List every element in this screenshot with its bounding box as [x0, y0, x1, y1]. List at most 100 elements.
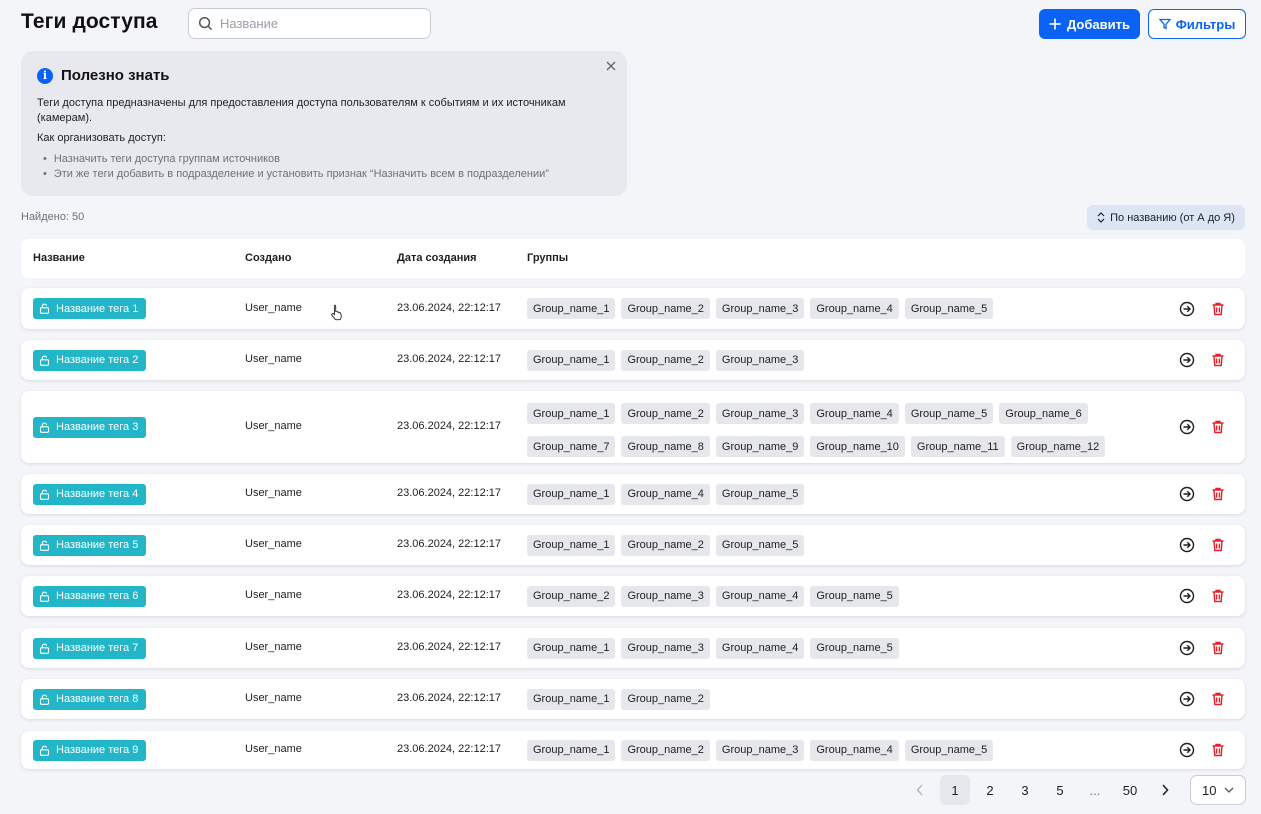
group-chip: Group_name_5 [810, 585, 899, 607]
arrow-right-circle-icon[interactable] [1179, 352, 1195, 368]
table-row[interactable]: Название тега 7 User_name 23.06.2024, 22:1… [21, 628, 1245, 668]
group-chip: Group_name_6 [999, 403, 1088, 424]
trash-icon[interactable] [1210, 537, 1226, 553]
group-chip: Group_name_3 [715, 349, 805, 371]
trash-icon[interactable] [1210, 691, 1226, 707]
access-tag[interactable]: Название тега 2 [33, 349, 147, 371]
group-chip: Group_name_1 [527, 403, 616, 424]
access-tag[interactable]: Название тега 9 [33, 739, 147, 761]
creator-cell: User_name [245, 538, 302, 550]
group-chip: Group_name_12 [1010, 436, 1106, 457]
trash-icon[interactable] [1210, 742, 1226, 758]
creator-cell: User_name [245, 420, 302, 432]
arrow-right-circle-icon[interactable] [1179, 742, 1195, 758]
sort-label: По названию (от А до Я) [1110, 211, 1235, 224]
creator-cell: User_name [245, 589, 302, 601]
lock-icon [39, 489, 50, 500]
page-button[interactable]: 3 [1010, 775, 1040, 805]
group-chip: Group_name_3 [715, 298, 805, 319]
table-row[interactable]: Название тега 6 User_name 23.06.2024, 22:1… [21, 576, 1245, 616]
trash-icon[interactable] [1210, 301, 1226, 317]
access-tag[interactable]: Название тега 6 [33, 585, 147, 607]
group-chip: Group_name_3 [621, 585, 710, 607]
arrow-right-circle-icon[interactable] [1179, 301, 1195, 317]
access-tag[interactable]: Название тега 8 [33, 688, 147, 710]
date-cell: 23.06.2024, 22:12:17 [397, 420, 501, 432]
page-button[interactable]: 50 [1115, 775, 1145, 805]
add-button[interactable]: Добавить [1039, 9, 1140, 39]
group-chip: Group_name_4 [810, 739, 899, 761]
group-chip: Group_name_2 [621, 298, 710, 319]
info-subtitle: Как организовать доступ: [37, 132, 166, 144]
table-header: Название Создано Дата создания Группы [21, 239, 1245, 278]
trash-icon[interactable] [1210, 640, 1226, 656]
tag-label: Название тега 9 [56, 744, 139, 756]
groups-cell: Group_name_1 Group_name_2 Group_name_3 Grou… [527, 739, 1147, 761]
table-row[interactable]: Название тега 9 User_name 23.06.2024, 22:1… [21, 731, 1245, 769]
column-header-name: Название [33, 252, 85, 264]
group-chip: Group_name_2 [527, 585, 616, 607]
group-chip: Group_name_2 [621, 403, 710, 424]
info-icon: i [37, 67, 53, 84]
per-page-select[interactable]: 10 [1190, 775, 1246, 805]
table-row[interactable]: Название тега 5 User_name 23.06.2024, 22:1… [21, 525, 1245, 565]
arrow-right-circle-icon[interactable] [1179, 486, 1195, 502]
search-box[interactable] [188, 8, 431, 39]
trash-icon[interactable] [1210, 486, 1226, 502]
lock-icon [39, 422, 50, 433]
date-cell: 23.06.2024, 22:12:17 [397, 589, 501, 601]
access-tag[interactable]: Название тега 5 [33, 534, 147, 556]
group-chip: Group_name_5 [810, 637, 899, 659]
prev-page-icon[interactable] [905, 775, 935, 805]
access-tag[interactable]: Название тега 7 [33, 637, 147, 659]
trash-icon[interactable] [1210, 352, 1226, 368]
group-chip: Group_name_3 [621, 637, 710, 659]
lock-icon [39, 643, 50, 654]
group-chip: Group_name_8 [621, 436, 710, 457]
table-row[interactable]: Название тега 2 User_name 23.06.2024, 22:1… [21, 340, 1245, 380]
lock-icon [39, 591, 50, 602]
table-row[interactable]: Название тега 1 User_name 23.06.2024, 22:1… [21, 288, 1245, 329]
tag-label: Название тега 6 [56, 590, 139, 602]
group-chip: Group_name_9 [715, 436, 805, 457]
group-chip: Group_name_5 [715, 534, 805, 556]
close-icon[interactable] [605, 60, 617, 72]
date-cell: 23.06.2024, 22:12:17 [397, 487, 501, 499]
filters-button-label: Фильтры [1175, 16, 1236, 32]
access-tag[interactable]: Название тега 1 [33, 298, 147, 319]
arrow-right-circle-icon[interactable] [1179, 588, 1195, 604]
sort-button[interactable]: По названию (от А до Я) [1087, 205, 1245, 230]
creator-cell: User_name [245, 641, 302, 653]
group-chip: Group_name_3 [715, 739, 805, 761]
group-chip: Group_name_5 [904, 403, 994, 424]
arrow-right-circle-icon[interactable] [1179, 640, 1195, 656]
info-panel: i Полезно знать Теги доступа предназначе… [21, 51, 627, 196]
add-button-label: Добавить [1067, 16, 1130, 32]
next-page-icon[interactable] [1150, 775, 1180, 805]
filters-button[interactable]: Фильтры [1148, 9, 1246, 39]
search-input[interactable] [220, 16, 420, 31]
trash-icon[interactable] [1210, 588, 1226, 604]
group-chip: Group_name_10 [810, 436, 905, 457]
group-chip: Group_name_4 [715, 585, 805, 607]
access-tag[interactable]: Название тега 3 [33, 416, 147, 438]
table-row[interactable]: Название тега 3 User_name 23.06.2024, 22:1… [21, 391, 1245, 463]
trash-icon[interactable] [1210, 419, 1226, 435]
group-chip: Group_name_3 [715, 403, 805, 424]
page-button[interactable]: 2 [975, 775, 1005, 805]
access-tag[interactable]: Название тега 4 [33, 483, 147, 505]
arrow-right-circle-icon[interactable] [1179, 691, 1195, 707]
page-ellipsis: ... [1089, 782, 1101, 798]
table-row[interactable]: Название тега 4 User_name 23.06.2024, 22:1… [21, 474, 1245, 514]
page-button[interactable]: 1 [940, 775, 970, 805]
groups-cell: Group_name_2 Group_name_3 Group_name_4 Grou… [527, 585, 1147, 607]
group-chip: Group_name_4 [621, 483, 710, 505]
date-cell: 23.06.2024, 22:12:17 [397, 301, 501, 314]
info-text: Теги доступа предназначены для предостав… [37, 97, 566, 124]
table-row[interactable]: Название тега 8 User_name 23.06.2024, 22:1… [21, 679, 1245, 719]
arrow-right-circle-icon[interactable] [1179, 537, 1195, 553]
creator-cell: User_name [245, 353, 302, 365]
arrow-right-circle-icon[interactable] [1179, 419, 1195, 435]
page-title: Теги доступа [21, 10, 158, 33]
page-button[interactable]: 5 [1045, 775, 1075, 805]
